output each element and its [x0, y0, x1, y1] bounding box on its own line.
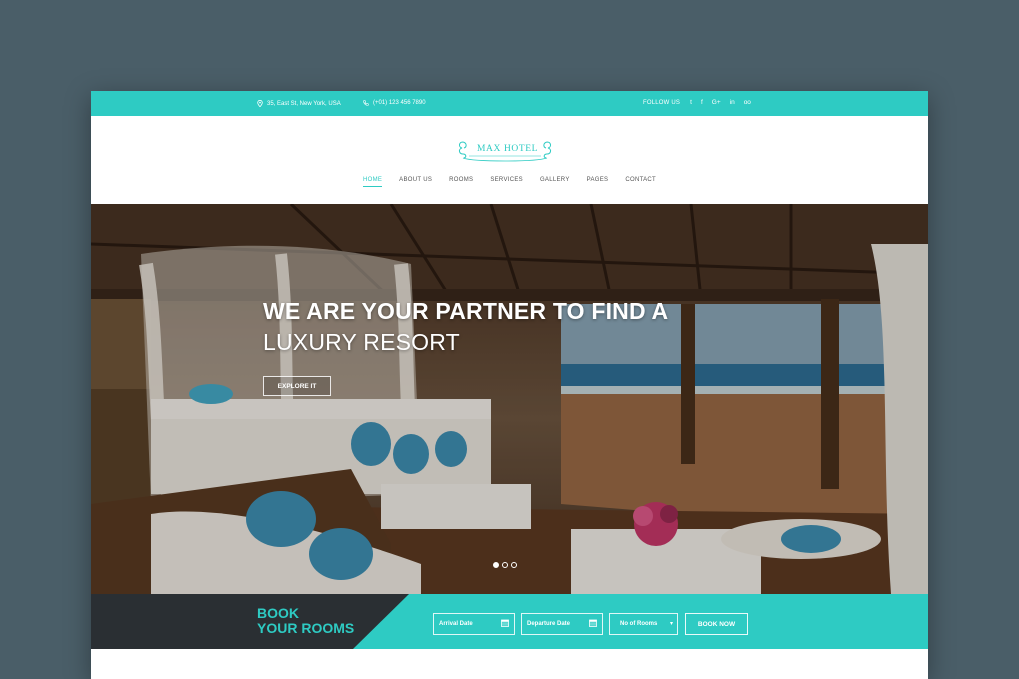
hero-bedroom-image [91, 204, 928, 594]
booking-title: BOOK YOUR ROOMS [257, 606, 354, 636]
top-bar: 35, East St, New York, USA (+01) 123 456… [91, 91, 928, 116]
booking-bar: BOOK YOUR ROOMS Arrival Date Departure D… [91, 594, 928, 649]
main-nav: HOME ABOUT US ROOMS SERVICES GALLERY PAG… [91, 177, 928, 187]
nav-item-pages[interactable]: PAGES [587, 177, 609, 187]
slider-dot-2[interactable] [502, 562, 508, 568]
facebook-icon[interactable]: f [701, 99, 703, 107]
logo[interactable]: MAX HOTEL [455, 138, 555, 164]
address-text: 35, East St, New York, USA [267, 100, 341, 107]
rooms-select[interactable]: No of Rooms ▾ [609, 613, 678, 635]
twitter-icon[interactable]: t [690, 99, 692, 107]
website-frame: 35, East St, New York, USA (+01) 123 456… [91, 91, 928, 679]
phone-text: (+01) 123 456 7890 [373, 100, 426, 106]
google-plus-icon[interactable]: G+ [712, 99, 721, 107]
phone[interactable]: (+01) 123 456 7890 [363, 100, 426, 106]
chevron-down-icon: ▾ [669, 621, 673, 627]
nav-item-services[interactable]: SERVICES [490, 177, 523, 187]
explore-button[interactable]: EXPLORE IT [263, 376, 331, 396]
arrival-date-placeholder: Arrival Date [439, 621, 473, 627]
calendar-icon [589, 619, 597, 629]
nav-item-about-us[interactable]: ABOUT US [399, 177, 432, 187]
booking-title-line-2: YOUR ROOMS [257, 620, 355, 636]
slider-dot-1[interactable] [493, 562, 499, 568]
page-content-start [91, 649, 928, 679]
nav-item-home[interactable]: HOME [362, 177, 383, 187]
tripadvisor-icon[interactable]: oo [744, 99, 751, 107]
calendar-icon [501, 619, 509, 629]
site-header: MAX HOTEL HOME ABOUT US ROOMS SERVICES G… [91, 116, 928, 204]
follow-us-label: FOLLOW US [643, 100, 681, 107]
hero-title: WE ARE YOUR PARTNER TO FIND A [263, 298, 669, 324]
hero-subtitle: LUXURY RESORT [263, 329, 460, 355]
hero-slider: WE ARE YOUR PARTNER TO FIND A LUXURY RES… [91, 204, 928, 594]
nav-item-rooms[interactable]: ROOMS [449, 177, 473, 187]
book-now-button[interactable]: BOOK NOW [685, 613, 748, 635]
booking-title-panel [91, 594, 409, 649]
nav-item-contact[interactable]: CONTACT [625, 177, 656, 187]
departure-date-field[interactable]: Departure Date [521, 613, 603, 635]
arrival-date-field[interactable]: Arrival Date [433, 613, 515, 635]
linkedin-icon[interactable]: in [730, 99, 735, 107]
nav-item-gallery[interactable]: GALLERY [540, 177, 570, 187]
map-pin-icon [257, 100, 263, 107]
slider-dot-3[interactable] [511, 562, 517, 568]
social-links: FOLLOW US t f G+ in oo [643, 99, 751, 107]
logo-text: MAX HOTEL [477, 144, 539, 154]
slider-dots [493, 562, 517, 568]
address: 35, East St, New York, USA [257, 100, 341, 107]
rooms-placeholder: No of Rooms [620, 621, 658, 627]
booking-title-line-1: BOOK [257, 605, 299, 621]
departure-date-placeholder: Departure Date [527, 621, 571, 627]
phone-icon [363, 100, 369, 106]
